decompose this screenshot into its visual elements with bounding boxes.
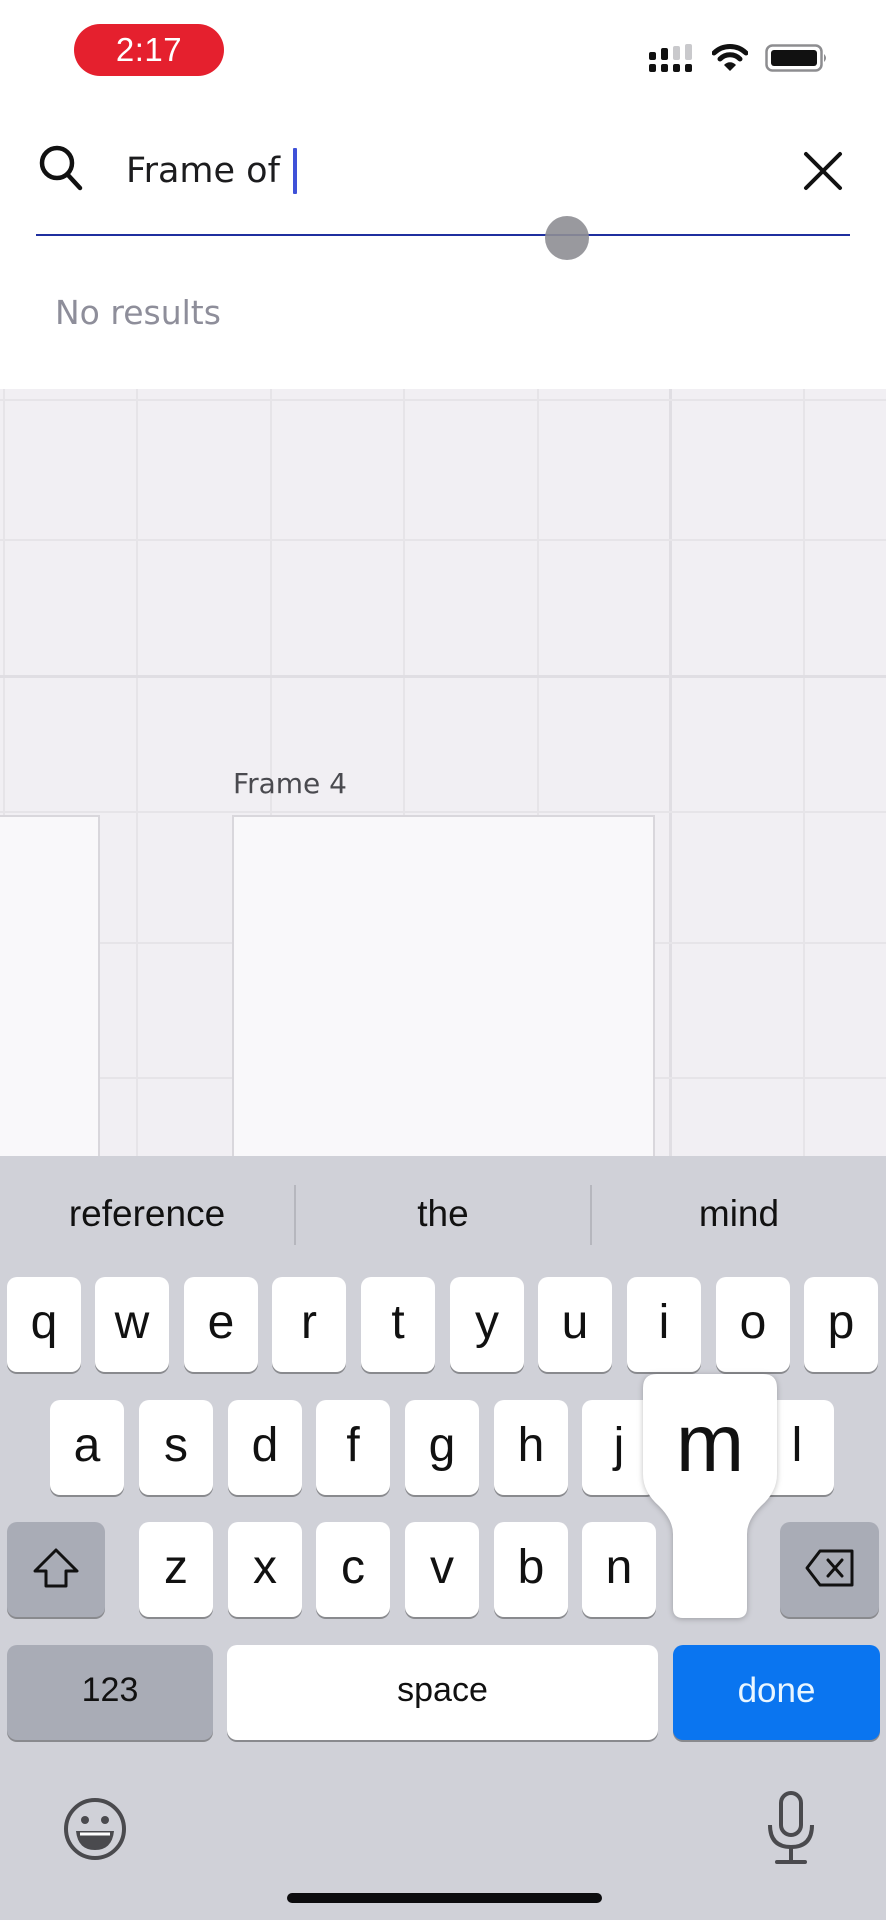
- key-q[interactable]: q: [7, 1277, 81, 1372]
- suggestion-1[interactable]: reference: [0, 1184, 294, 1244]
- key-r[interactable]: r: [272, 1277, 346, 1372]
- cellular-signal-icon: [649, 44, 692, 72]
- status-bar: 2:17: [0, 0, 886, 100]
- frame-4[interactable]: [232, 815, 655, 1156]
- key-a[interactable]: a: [50, 1400, 124, 1495]
- suggestion-2[interactable]: the: [296, 1184, 590, 1244]
- clear-search-button[interactable]: [798, 146, 848, 196]
- grid-line: [0, 399, 886, 401]
- search-underline: [36, 234, 850, 236]
- search-input-value: Frame of: [126, 151, 292, 191]
- text-selection-handle[interactable]: [545, 216, 589, 260]
- status-time[interactable]: 2:17: [74, 24, 224, 76]
- search-panel: [0, 100, 886, 389]
- wifi-icon: [712, 44, 748, 71]
- key-e[interactable]: e: [184, 1277, 258, 1372]
- close-icon: [804, 152, 842, 190]
- key-x[interactable]: x: [228, 1522, 302, 1617]
- grid-line: [803, 389, 805, 1156]
- grid-line: [136, 389, 138, 1156]
- key-d[interactable]: d: [228, 1400, 302, 1495]
- key-w[interactable]: w: [95, 1277, 169, 1372]
- microphone-icon[interactable]: [764, 1791, 818, 1867]
- emoji-icon[interactable]: [62, 1796, 128, 1862]
- search-input[interactable]: Frame of: [126, 148, 298, 194]
- grid-line: [0, 811, 886, 813]
- backspace-icon: [805, 1549, 853, 1586]
- key-g[interactable]: g: [405, 1400, 479, 1495]
- key-o[interactable]: o: [716, 1277, 790, 1372]
- no-results-message: No results: [55, 293, 221, 332]
- grid-line: [669, 389, 672, 1156]
- key-i[interactable]: i: [627, 1277, 701, 1372]
- key-v[interactable]: v: [405, 1522, 479, 1617]
- grid-line: [0, 675, 886, 678]
- design-canvas[interactable]: Frame 4: [0, 389, 886, 1156]
- key-y[interactable]: y: [450, 1277, 524, 1372]
- shift-icon: [33, 1548, 79, 1587]
- key-f[interactable]: f: [316, 1400, 390, 1495]
- key-p[interactable]: p: [804, 1277, 878, 1372]
- suggestion-3[interactable]: mind: [592, 1184, 886, 1244]
- frame-partial-left[interactable]: [0, 815, 100, 1156]
- done-key[interactable]: done: [673, 1645, 880, 1740]
- text-caret: [293, 148, 298, 194]
- key-t[interactable]: t: [361, 1277, 435, 1372]
- grid-line: [0, 539, 886, 541]
- shift-key[interactable]: [7, 1522, 105, 1617]
- numbers-key[interactable]: 123: [7, 1645, 213, 1740]
- key-b[interactable]: b: [494, 1522, 568, 1617]
- search-icon: [39, 145, 83, 191]
- battery-icon: [765, 44, 826, 72]
- space-key[interactable]: space: [227, 1645, 658, 1740]
- home-indicator[interactable]: [287, 1893, 602, 1903]
- key-h[interactable]: h: [494, 1400, 568, 1495]
- key-c[interactable]: c: [316, 1522, 390, 1617]
- key-s[interactable]: s: [139, 1400, 213, 1495]
- frame-label[interactable]: Frame 4: [233, 767, 347, 800]
- keyboard: reference the mind q w e r t y u i o p a…: [0, 1156, 886, 1920]
- backspace-key[interactable]: [780, 1522, 879, 1617]
- pressed-key-m[interactable]: m: [643, 1394, 777, 1494]
- key-u[interactable]: u: [538, 1277, 612, 1372]
- key-z[interactable]: z: [139, 1522, 213, 1617]
